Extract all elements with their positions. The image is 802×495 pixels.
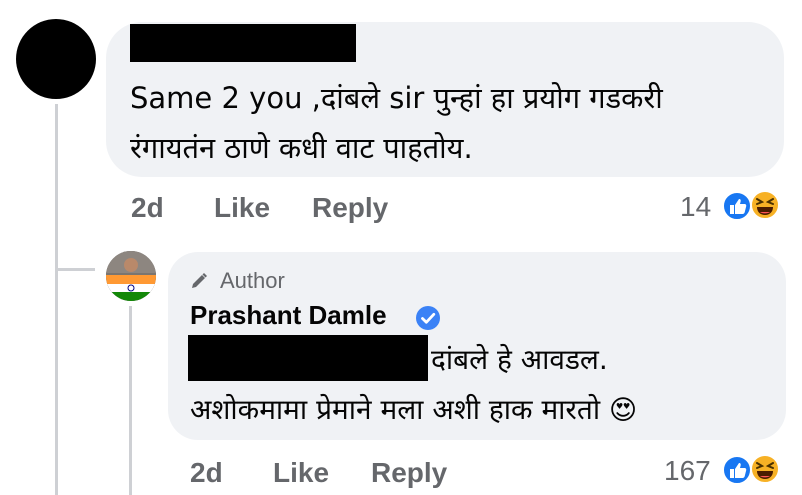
reply-bubble: Author Prashant Damle दांबले हे आवडल. अश…	[168, 252, 786, 440]
reply-text-line-1: दांबले हे आवडल.	[431, 343, 608, 376]
comment-timestamp[interactable]: 2d	[131, 192, 164, 224]
reply-like-button[interactable]: Like	[273, 457, 329, 489]
heart-eyes-emoji: 😍	[609, 395, 638, 426]
thread-line-vertical	[55, 104, 58, 495]
comment-like-button[interactable]: Like	[214, 192, 270, 224]
comment-text-line-2: रंगायतंन ठाणे कधी वाट पाहतोय.	[130, 131, 473, 165]
comment-text-line-1: Same 2 you ,दांबले sir पुन्हां हा प्रयोग…	[130, 81, 663, 115]
comment-bubble: Same 2 you ,दांबले sir पुन्हां हा प्रयोग…	[106, 22, 784, 177]
comment-reply-button[interactable]: Reply	[312, 192, 388, 224]
thread-line-branch	[55, 268, 95, 271]
reply-reply-button[interactable]: Reply	[371, 457, 447, 489]
comment-reaction-count[interactable]: 14	[680, 191, 711, 223]
haha-reaction-icon	[750, 190, 780, 220]
reply-author-name[interactable]: Prashant Damle	[190, 300, 387, 331]
like-reaction-icon	[722, 191, 752, 221]
author-avatar-photo	[106, 251, 156, 301]
reply-text-line-2: अशोकमामा प्रेमाने मला अशी हाक मारतो 😍	[190, 390, 637, 428]
reply-haha-reaction-icon	[750, 454, 780, 484]
commenter-avatar[interactable]	[16, 19, 96, 99]
reply-reaction-count[interactable]: 167	[664, 455, 711, 487]
author-badge: Author	[220, 268, 285, 293]
reply-text-line-2-content: अशोकमामा प्रेमाने मला अशी हाक मारतो	[190, 393, 601, 426]
author-avatar[interactable]	[106, 251, 156, 301]
reply-like-reaction-icon	[722, 455, 752, 485]
reply-thread-line	[129, 306, 132, 495]
reply-timestamp[interactable]: 2d	[190, 457, 223, 489]
pencil-icon	[192, 273, 207, 288]
redacted-mention	[188, 335, 428, 381]
redacted-commenter-name	[130, 24, 356, 62]
verified-badge-icon	[416, 306, 440, 330]
